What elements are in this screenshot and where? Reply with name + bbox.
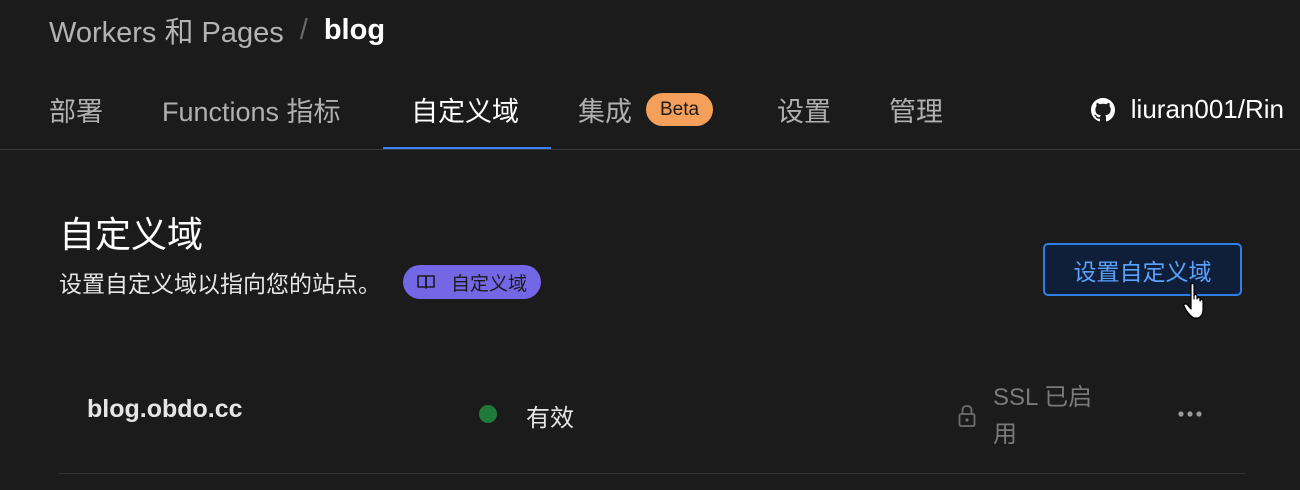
- tab-integrations[interactable]: 集成 Beta: [578, 70, 714, 149]
- breadcrumb-separator: /: [299, 13, 308, 46]
- tab-custom-domains[interactable]: 自定义域: [411, 70, 519, 149]
- docs-link[interactable]: 自定义域: [403, 265, 542, 299]
- domain-name[interactable]: blog.obdo.cc: [87, 395, 243, 424]
- breadcrumb-current: blog: [323, 13, 386, 46]
- tab-label: 部署: [49, 97, 103, 127]
- docs-link-label: 自定义域: [451, 273, 528, 295]
- domain-status: 有效: [526, 405, 574, 432]
- domain-row: blog.obdo.cc 有效 SSL 已启用: [59, 355, 1245, 474]
- repo-label: liuran001/Rin: [1130, 94, 1284, 124]
- breadcrumb: Workers 和 Pages / blog: [49, 10, 385, 50]
- breadcrumb-parent-link[interactable]: Workers 和 Pages: [49, 9, 284, 51]
- page-title: 自定义域: [59, 214, 204, 255]
- tab-manage[interactable]: 管理: [889, 70, 943, 149]
- beta-badge: Beta: [646, 93, 714, 126]
- tab-label: 自定义域: [411, 97, 519, 127]
- repo-link[interactable]: liuran001/Rin: [1090, 70, 1284, 149]
- description-text: 设置自定义域以指向您的站点。: [59, 271, 381, 297]
- book-icon: [417, 275, 435, 289]
- tab-label: 集成: [578, 97, 632, 127]
- ssl-status: SSL 已启用: [993, 384, 1093, 448]
- tab-label: 管理: [889, 97, 943, 127]
- tab-label: Functions 指标: [162, 97, 341, 127]
- tab-deployments[interactable]: 部署: [49, 70, 103, 149]
- tab-label: 设置: [777, 97, 831, 127]
- active-tab-indicator: [383, 147, 551, 149]
- status-dot-icon: [479, 405, 497, 423]
- github-icon: [1090, 97, 1115, 121]
- more-actions-button[interactable]: [1175, 399, 1205, 429]
- lock-icon: [958, 405, 976, 427]
- tab-bar: 部署 Functions 指标 自定义域 集成 Beta 设置 管理 liura…: [0, 70, 1300, 150]
- section-description: 设置自定义域以指向您的站点。 自定义域: [59, 264, 542, 300]
- tab-settings[interactable]: 设置: [777, 70, 831, 149]
- more-horizontal-icon: [1178, 411, 1202, 417]
- setup-custom-domain-button[interactable]: 设置自定义域: [1043, 243, 1242, 296]
- tab-functions-metrics[interactable]: Functions 指标: [162, 70, 341, 149]
- hand-cursor-icon: [1183, 283, 1204, 319]
